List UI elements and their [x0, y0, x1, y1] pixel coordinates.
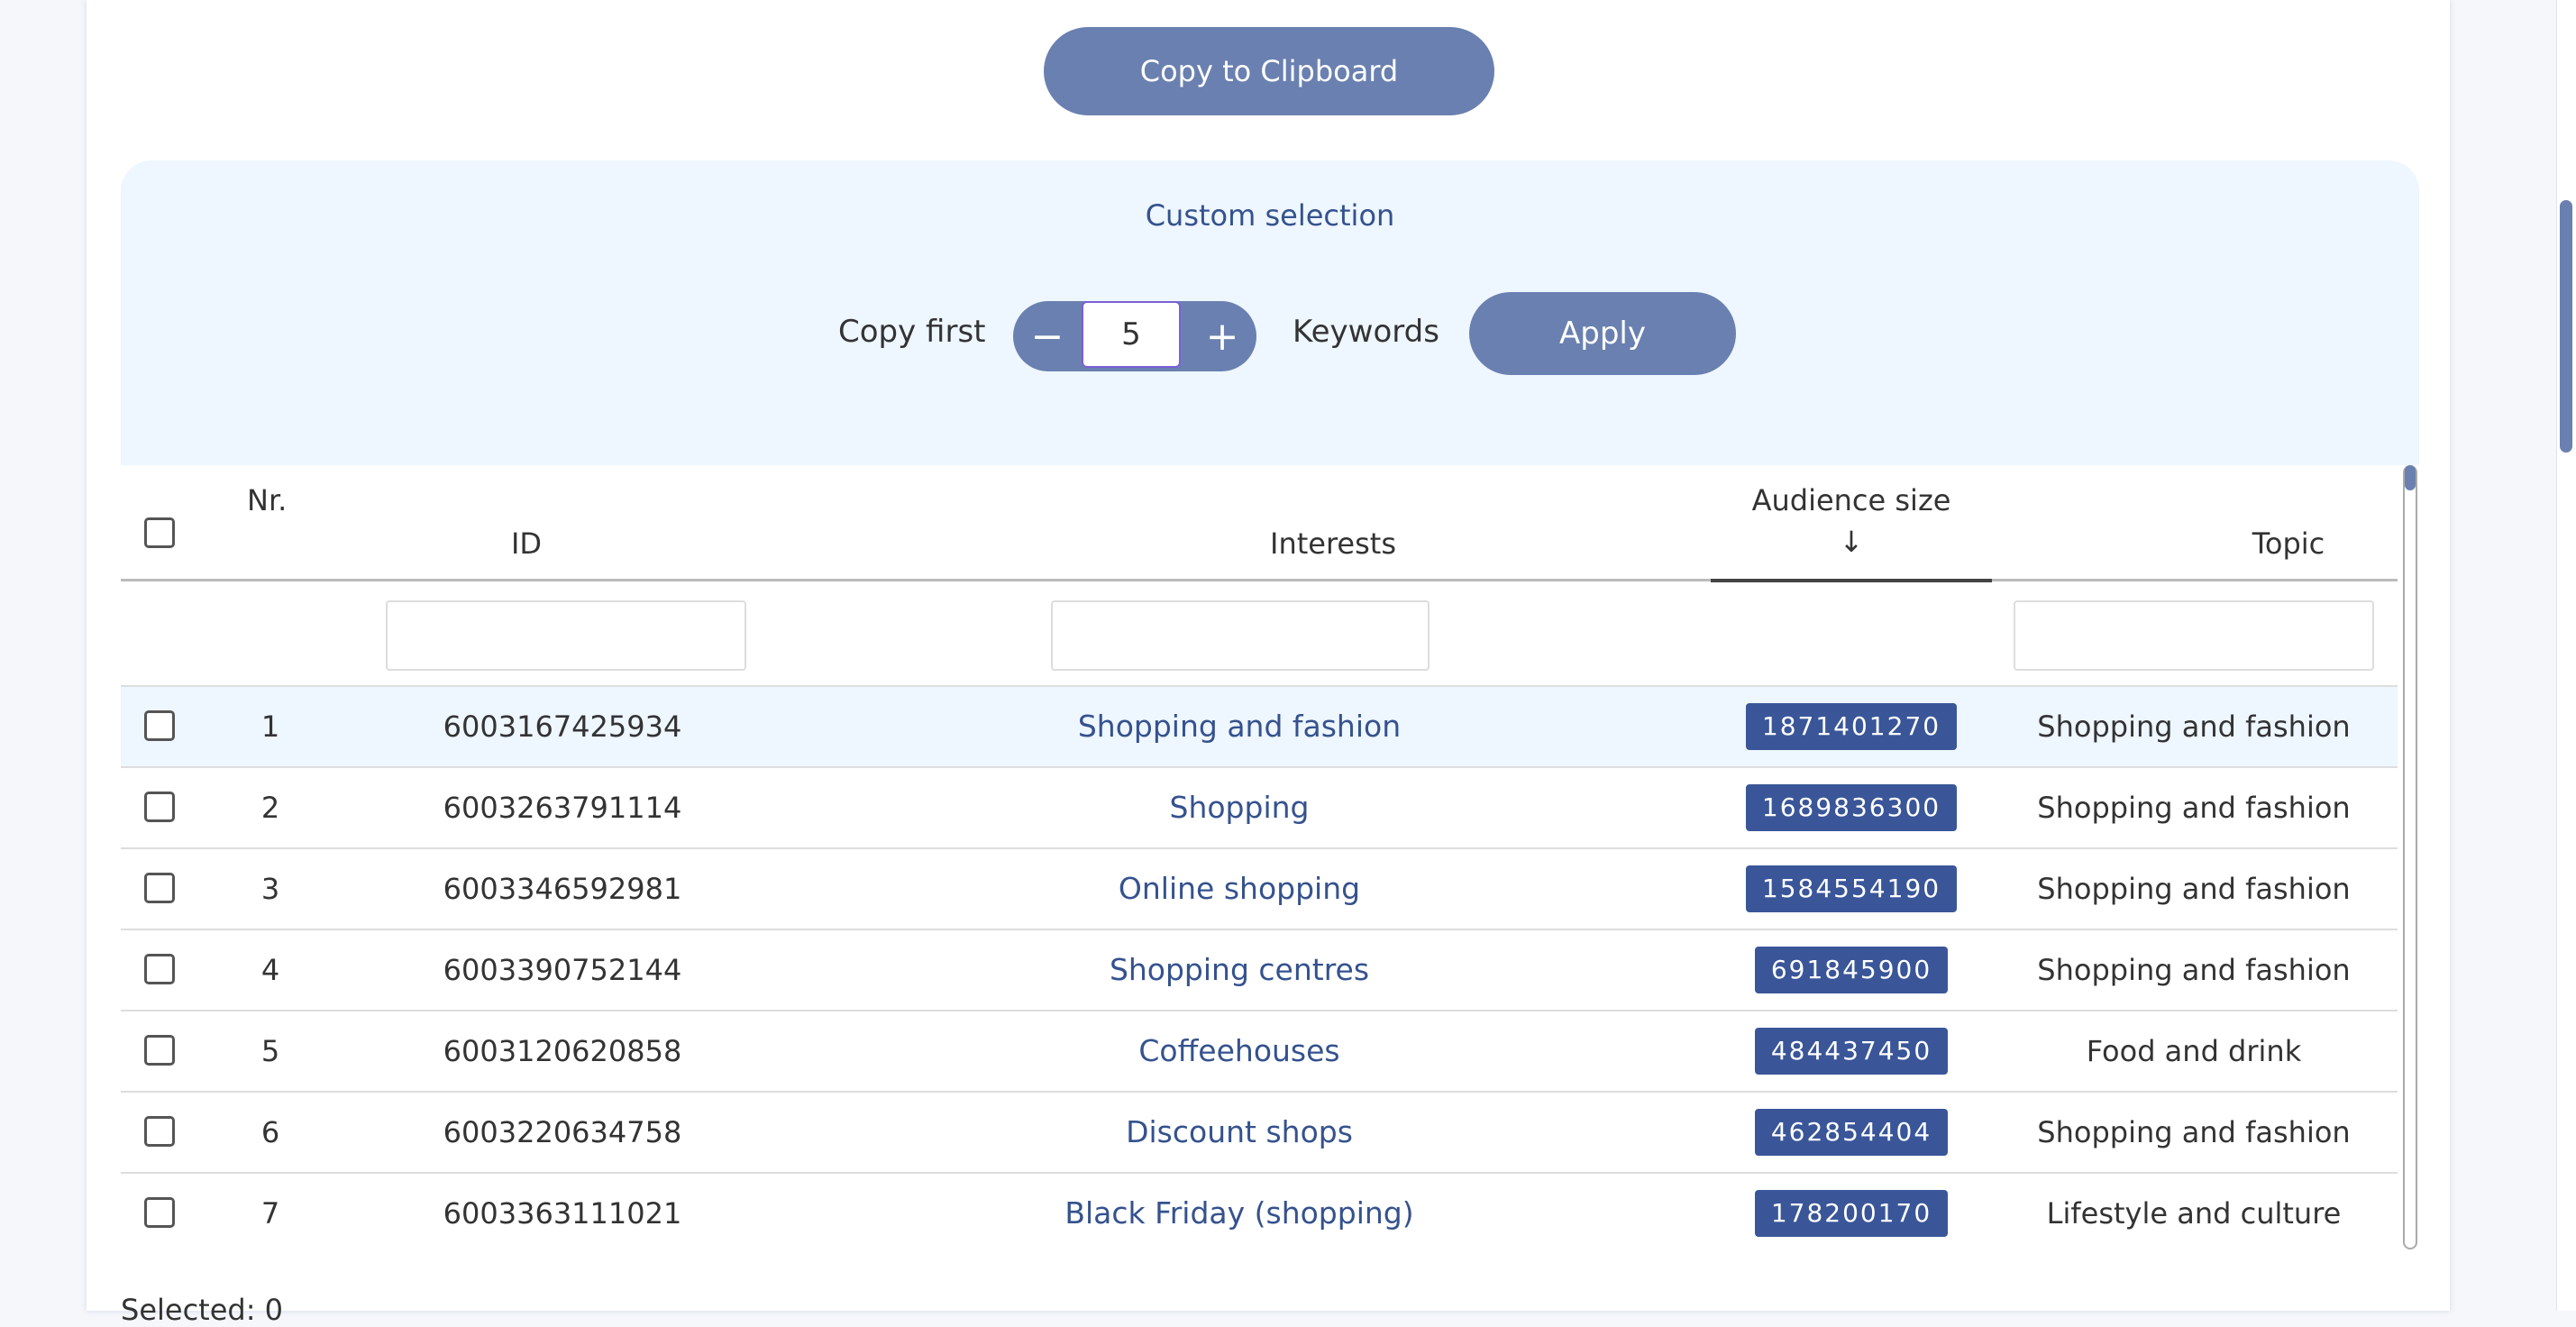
row-id: 6003167425934	[443, 709, 682, 744]
row-id: 6003390752144	[443, 953, 682, 987]
increment-button[interactable]: +	[1188, 301, 1256, 371]
custom-selection-title: Custom selection	[1145, 198, 1395, 233]
row-id: 6003120620858	[443, 1034, 682, 1068]
row-audience: 691845900	[1711, 930, 1992, 1010]
table-row[interactable]: 6 6003220634758 Discount shops 462854404…	[121, 1093, 2398, 1174]
row-interest-link[interactable]: Coffeehouses	[1051, 1011, 1428, 1091]
row-interest-link[interactable]: Online shopping	[1051, 849, 1428, 929]
interests-filter-input[interactable]	[1051, 600, 1430, 671]
selected-count: Selected: 0	[121, 1293, 284, 1327]
row-interest-link[interactable]: Shopping	[1051, 768, 1428, 847]
audience-badge: 1584554190	[1745, 865, 1958, 912]
row-nr: 7	[260, 1196, 280, 1231]
row-id: 6003220634758	[443, 1115, 682, 1149]
row-nr: 5	[260, 1034, 280, 1068]
keywords-label: Keywords	[1293, 314, 1439, 350]
copy-first-label: Copy first	[838, 314, 986, 350]
row-audience: 1584554190	[1711, 849, 1992, 929]
row-nr: 4	[260, 953, 280, 987]
row-nr: 6	[260, 1115, 280, 1149]
sort-indicator	[1711, 579, 1992, 582]
row-id: 6003363111021	[443, 1196, 682, 1231]
row-audience: 178200170	[1711, 1174, 1992, 1253]
row-checkbox[interactable]	[144, 1035, 175, 1066]
count-stepper: − +	[1013, 301, 1256, 371]
topic-filter-input[interactable]	[2014, 600, 2374, 671]
row-audience: 1871401270	[1711, 687, 1992, 766]
header-divider	[121, 579, 2398, 581]
interests-table: Nr. ID Interests Audience size ↓ Topic 1…	[121, 465, 2417, 1249]
id-filter-input[interactable]	[386, 600, 746, 671]
row-topic: Shopping and fashion	[2037, 872, 2351, 906]
table-scrollbar-thumb[interactable]	[2405, 465, 2416, 490]
row-interest-link[interactable]: Shopping centres	[1051, 930, 1428, 1010]
row-topic: Lifestyle and culture	[2046, 1196, 2342, 1231]
row-checkbox[interactable]	[144, 710, 175, 741]
count-input[interactable]	[1082, 301, 1181, 368]
row-id: 6003346592981	[443, 872, 682, 906]
custom-selection-controls: Copy first − + Keywords Apply	[121, 292, 2419, 377]
page-scrollbar-thumb[interactable]	[2560, 200, 2572, 453]
table-row[interactable]: 2 6003263791114 Shopping 1689836300 Shop…	[121, 768, 2398, 849]
row-audience: 1689836300	[1711, 768, 1992, 847]
row-nr: 2	[260, 791, 280, 825]
row-id: 6003263791114	[443, 791, 682, 825]
audience-badge: 691845900	[1754, 947, 1949, 993]
header-audience-size[interactable]: Audience size	[1711, 483, 1992, 517]
row-topic: Shopping and fashion	[2037, 1115, 2351, 1149]
header-topic[interactable]: Topic	[2104, 526, 2473, 561]
row-audience: 484437450	[1711, 1011, 1992, 1091]
decrement-button[interactable]: −	[1013, 301, 1082, 371]
table-row[interactable]: 1 6003167425934 Shopping and fashion 187…	[121, 687, 2398, 768]
row-checkbox[interactable]	[144, 1197, 175, 1228]
row-audience: 462854404	[1711, 1093, 1992, 1172]
audience-badge: 178200170	[1754, 1190, 1949, 1237]
select-all-checkbox[interactable]	[144, 517, 175, 548]
page-scrollbar[interactable]	[2556, 0, 2576, 1311]
row-checkbox[interactable]	[144, 954, 175, 984]
audience-badge: 1871401270	[1745, 703, 1958, 750]
row-checkbox[interactable]	[144, 873, 175, 903]
table-row[interactable]: 4 6003390752144 Shopping centres 6918459…	[121, 930, 2398, 1011]
table-scrollbar[interactable]	[2403, 465, 2417, 1249]
header-interests[interactable]: Interests	[1139, 526, 1527, 561]
table-row[interactable]: 3 6003346592981 Online shopping 15845541…	[121, 849, 2398, 930]
row-checkbox[interactable]	[144, 1116, 175, 1147]
table-row[interactable]: 5 6003120620858 Coffeehouses 484437450 F…	[121, 1011, 2398, 1093]
audience-badge: 484437450	[1754, 1028, 1949, 1075]
row-interest-link[interactable]: Discount shops	[1051, 1093, 1428, 1172]
header-id[interactable]: ID	[382, 526, 671, 561]
row-topic: Shopping and fashion	[2037, 953, 2351, 987]
sort-descending-icon[interactable]: ↓	[1711, 525, 1992, 559]
row-interest-link[interactable]: Shopping and fashion	[1051, 687, 1428, 766]
table-row[interactable]: 7 6003363111021 Black Friday (shopping) …	[121, 1174, 2398, 1255]
audience-badge: 462854404	[1754, 1109, 1949, 1156]
row-interest-link[interactable]: Black Friday (shopping)	[1051, 1174, 1428, 1253]
row-nr: 3	[260, 872, 280, 906]
audience-badge: 1689836300	[1745, 784, 1958, 831]
row-topic: Food and drink	[2086, 1034, 2302, 1068]
apply-button[interactable]: Apply	[1469, 292, 1736, 375]
row-topic: Shopping and fashion	[2037, 709, 2351, 744]
row-nr: 1	[260, 709, 280, 744]
row-checkbox[interactable]	[144, 792, 175, 822]
custom-selection-panel: Custom selection Copy first − + Keywords…	[121, 160, 2419, 465]
copy-to-clipboard-button[interactable]: Copy to Clipboard	[1044, 27, 1494, 115]
row-topic: Shopping and fashion	[2037, 791, 2351, 825]
